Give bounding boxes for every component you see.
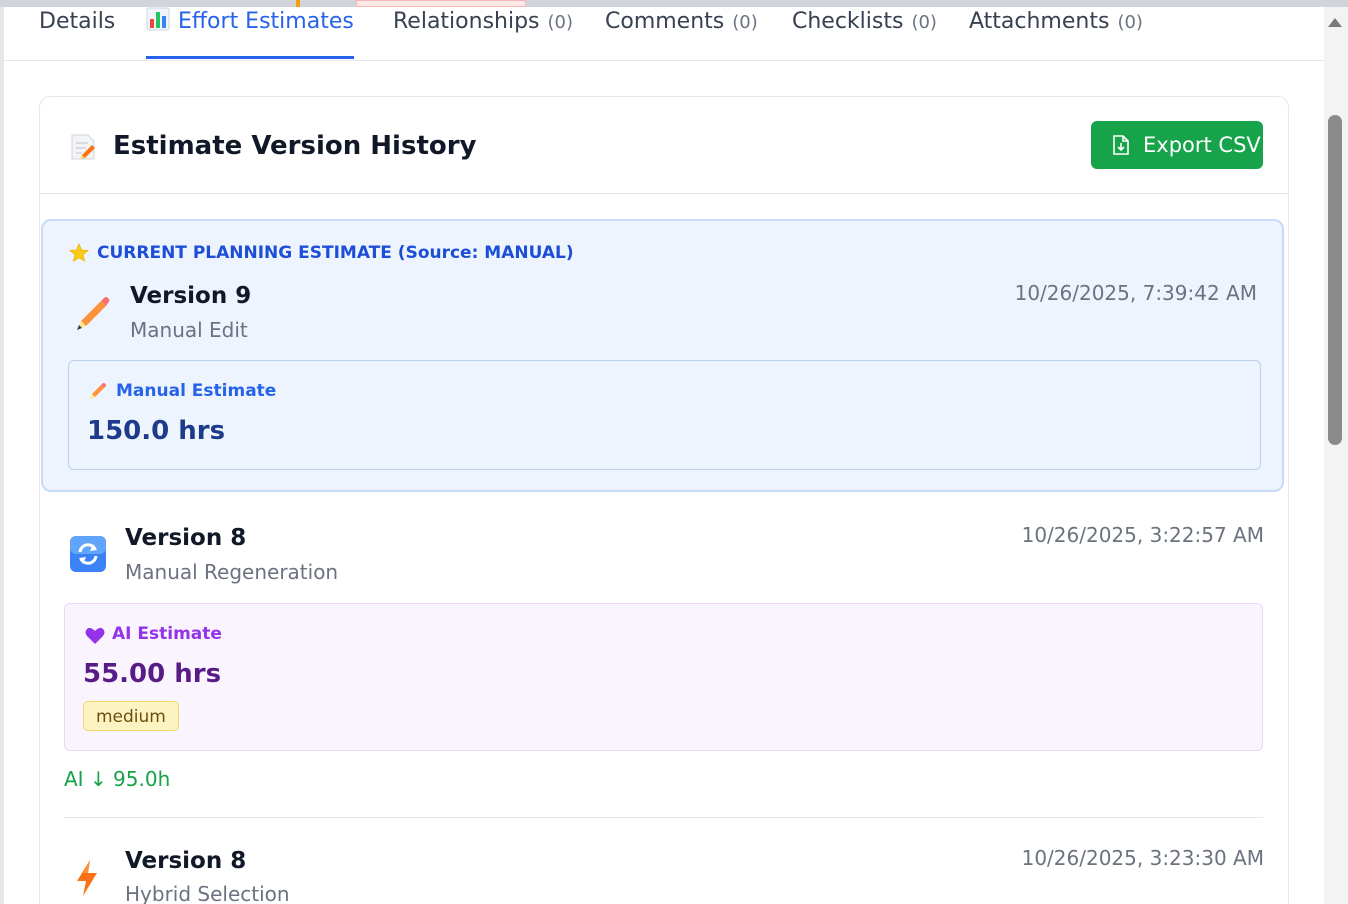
refresh-icon <box>70 536 106 572</box>
tab-attachments[interactable]: Attachments (0) <box>969 7 1143 59</box>
version-title: Version 9 <box>130 283 252 309</box>
file-export-icon <box>1113 135 1129 155</box>
panel-header: Estimate Version History Export CSV <box>40 97 1288 194</box>
ai-estimate-value: 55.00 hrs <box>83 659 222 689</box>
tab-count: (0) <box>911 12 937 33</box>
tab-effort-estimates[interactable]: Effort Estimates <box>146 7 354 59</box>
tab-count: (0) <box>1117 12 1143 33</box>
pencil-icon <box>90 383 106 399</box>
history-divider <box>64 817 1263 818</box>
star-icon <box>69 243 89 262</box>
tab-label: Checklists <box>792 9 904 34</box>
tab-details[interactable]: Details <box>39 7 115 59</box>
estimate-history-panel: Estimate Version History Export CSV CURR… <box>39 96 1289 904</box>
background-badge <box>356 0 526 7</box>
tab-checklists[interactable]: Checklists (0) <box>792 7 937 59</box>
version-title: Version 8 <box>125 848 247 874</box>
bar-chart-icon <box>146 7 170 31</box>
version-timestamp: 10/26/2025, 3:23:30 AM <box>1021 846 1264 870</box>
confidence-badge: medium <box>83 701 179 731</box>
tab-count: (0) <box>547 12 574 33</box>
scrollbar-thumb[interactable] <box>1328 115 1342 445</box>
current-estimate-label: CURRENT PLANNING ESTIMATE (Source: MANUA… <box>97 243 574 263</box>
export-csv-button[interactable]: Export CSV <box>1091 121 1263 169</box>
tab-comments[interactable]: Comments (0) <box>605 7 758 59</box>
background-accent-bar <box>296 0 300 7</box>
version-title: Version 8 <box>125 525 247 551</box>
version-timestamp: 10/26/2025, 3:22:57 AM <box>1021 523 1264 547</box>
work-item-modal: Details Effort Estimates Relationships (0… <box>4 7 1324 904</box>
manual-estimate-box: Manual Estimate 150.0 hrs <box>68 360 1261 470</box>
panel-title: Estimate Version History <box>113 131 477 161</box>
purple-heart-icon <box>85 627 105 644</box>
version-subtitle: Manual Edit <box>130 318 248 342</box>
tab-label: Attachments <box>969 9 1110 34</box>
lightning-icon <box>77 860 97 896</box>
version-subtitle: Manual Regeneration <box>125 560 339 584</box>
memo-icon <box>71 134 95 160</box>
tab-relationships[interactable]: Relationships (0) <box>393 7 573 59</box>
current-estimate-card: CURRENT PLANNING ESTIMATE (Source: MANUA… <box>41 219 1284 492</box>
background-page-top <box>0 0 1348 7</box>
tab-count: (0) <box>732 12 758 33</box>
tab-label: Effort Estimates <box>178 9 354 34</box>
estimate-delta: AI ↓ 95.0h <box>64 767 171 791</box>
ai-estimate-label: AI Estimate <box>112 624 222 644</box>
tab-bar: Details Effort Estimates Relationships (0… <box>4 7 1324 61</box>
manual-estimate-value: 150.0 hrs <box>87 416 226 446</box>
manual-estimate-label: Manual Estimate <box>116 381 277 401</box>
export-csv-label: Export CSV <box>1143 133 1261 157</box>
version-timestamp: 10/26/2025, 7:39:42 AM <box>1014 281 1257 305</box>
tab-label: Comments <box>605 9 725 34</box>
tab-label: Details <box>39 9 116 34</box>
ai-estimate-box: AI Estimate 55.00 hrs medium <box>64 603 1263 751</box>
tab-label: Relationships <box>393 9 540 34</box>
scroll-up-arrow-icon[interactable] <box>1328 18 1342 27</box>
version-subtitle: Hybrid Selection <box>125 882 290 904</box>
pencil-icon <box>77 297 110 330</box>
